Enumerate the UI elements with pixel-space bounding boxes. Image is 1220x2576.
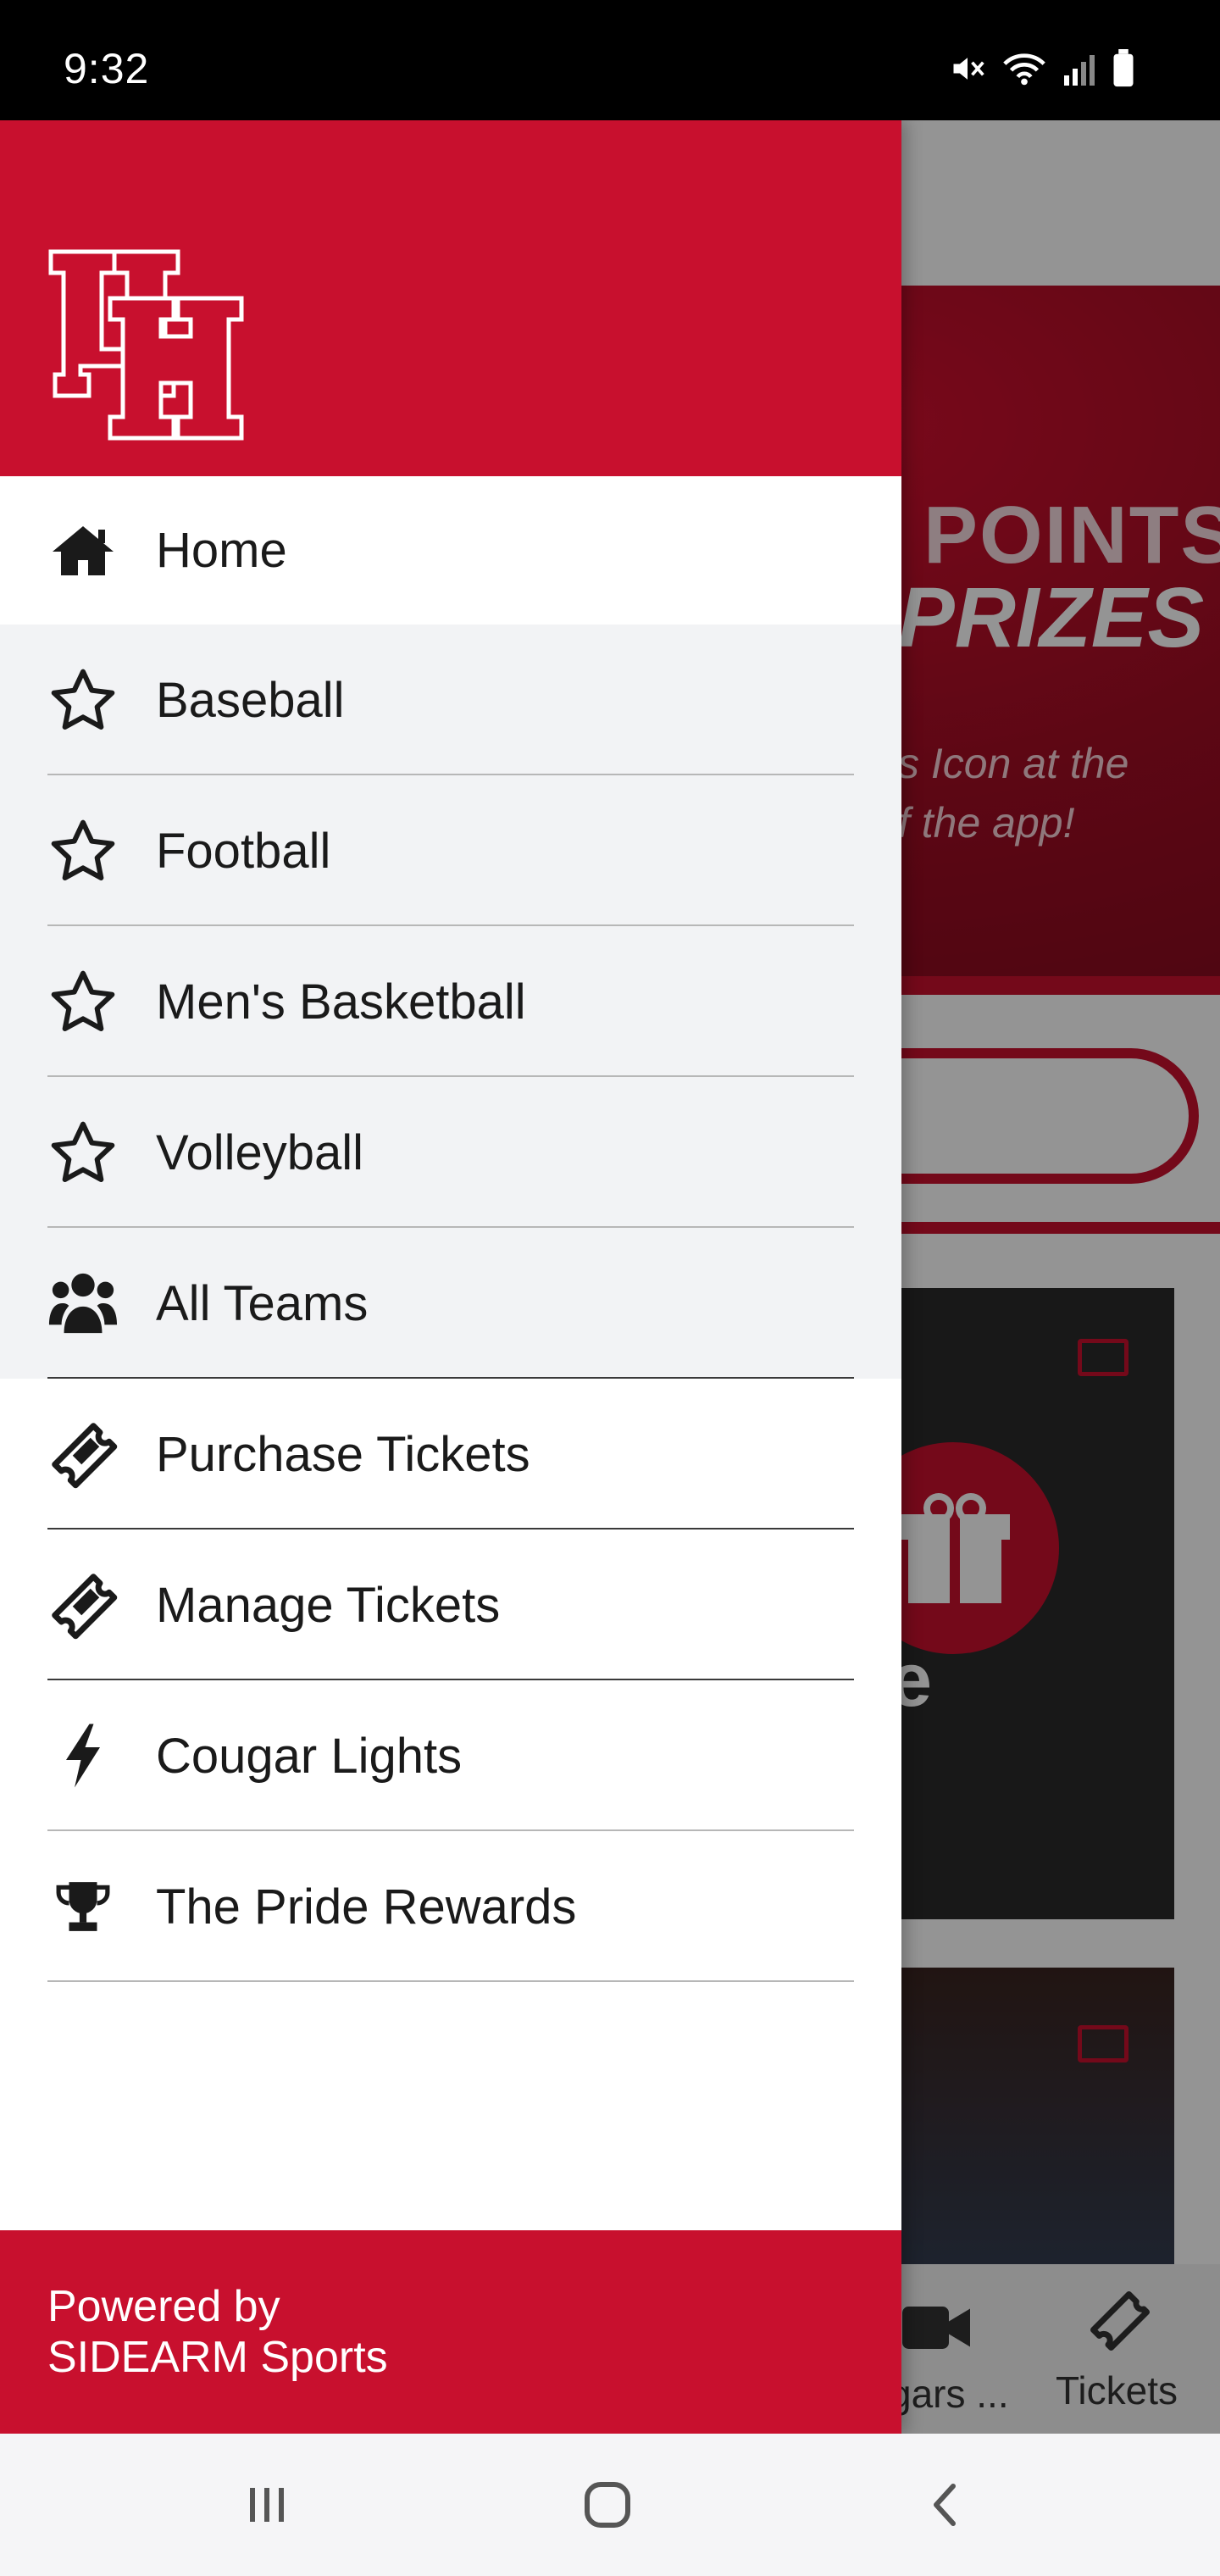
powered-by-label: Powered by <box>47 2282 280 2331</box>
uh-logo <box>47 247 258 447</box>
menu-item-football[interactable]: Football <box>0 775 901 926</box>
drawer-footer: Powered by SIDEARM Sports <box>0 2230 901 2434</box>
status-time: 9:32 <box>64 45 150 92</box>
menu-label: Football <box>156 823 331 879</box>
signal-icon <box>1064 55 1095 86</box>
menu-item-pride-rewards[interactable]: The Pride Rewards <box>0 1831 901 1982</box>
menu-item-volleyball[interactable]: Volleyball <box>0 1077 901 1228</box>
trophy-icon <box>47 1871 119 1942</box>
drawer-menu: Home Baseball Football Men's Basketball <box>0 476 901 1982</box>
status-icons <box>949 49 1135 88</box>
battery-icon <box>1113 49 1134 87</box>
ticket-icon <box>47 1569 119 1641</box>
menu-item-cougar-lights[interactable]: Cougar Lights <box>0 1680 901 1831</box>
home-icon <box>47 515 119 586</box>
menu-item-baseball[interactable]: Baseball <box>0 625 901 775</box>
home-button-icon[interactable] <box>569 2471 646 2539</box>
star-outline-icon <box>47 966 119 1037</box>
star-outline-icon <box>47 815 119 886</box>
menu-label: Men's Basketball <box>156 974 526 1030</box>
menu-item-mens-basketball[interactable]: Men's Basketball <box>0 926 901 1077</box>
divider <box>47 1980 854 1982</box>
menu-label: Home <box>156 523 287 578</box>
status-bar: 9:32 <box>0 0 1220 120</box>
menu-label: Manage Tickets <box>156 1577 501 1633</box>
bolt-icon <box>47 1720 119 1791</box>
system-nav-bar <box>0 2434 1220 2576</box>
back-icon[interactable] <box>908 2471 984 2539</box>
menu-label: Purchase Tickets <box>156 1426 530 1482</box>
menu-item-all-teams[interactable]: All Teams <box>0 1228 901 1379</box>
navigation-drawer: Home Baseball Football Men's Basketball <box>0 120 901 2434</box>
star-outline-icon <box>47 664 119 736</box>
mute-icon <box>953 58 984 80</box>
users-icon <box>47 1268 119 1339</box>
star-outline-icon <box>47 1117 119 1188</box>
menu-item-purchase-tickets[interactable]: Purchase Tickets <box>0 1379 901 1530</box>
sidearm-sports-label: SIDEARM Sports <box>47 2333 388 2382</box>
menu-label: Baseball <box>156 672 345 728</box>
menu-label: All Teams <box>156 1275 369 1331</box>
wifi-icon <box>1003 53 1045 86</box>
menu-label: Volleyball <box>156 1124 364 1180</box>
menu-label: The Pride Rewards <box>156 1879 577 1935</box>
recent-apps-icon[interactable] <box>229 2471 305 2539</box>
ticket-icon <box>47 1418 119 1490</box>
menu-item-home[interactable]: Home <box>0 476 901 625</box>
menu-label: Cougar Lights <box>156 1728 463 1784</box>
menu-item-manage-tickets[interactable]: Manage Tickets <box>0 1530 901 1680</box>
drawer-header <box>0 120 901 476</box>
